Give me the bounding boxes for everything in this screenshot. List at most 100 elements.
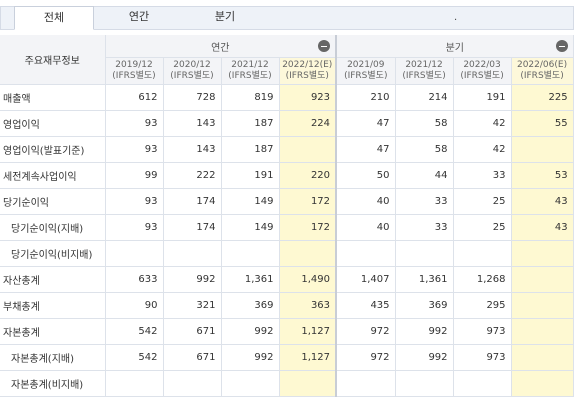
corner-header: 주요재무정보 — [0, 35, 106, 85]
col-header-estimate: 2022/12(E) (IFRS별도) — [279, 57, 338, 85]
table-cell — [336, 370, 396, 397]
table-cell: 93 — [105, 110, 164, 137]
table-cell: 222 — [163, 162, 222, 189]
table-cell: 149 — [221, 188, 280, 215]
table-cell — [105, 370, 164, 397]
table-cell: 42 — [453, 110, 512, 137]
row-label: 당기순이익 — [0, 188, 106, 215]
table-cell: 1,361 — [395, 266, 454, 293]
table-cell — [395, 370, 454, 397]
table-row: 영업이익(발표기준) 93 143 187 47 58 42 — [0, 136, 574, 163]
table-cell: 172 — [279, 188, 338, 215]
row-label: 자본총계 — [0, 318, 106, 345]
col-header: 2019/12 (IFRS별도) — [105, 57, 164, 85]
row-label: 당기순이익(지배) — [0, 214, 106, 241]
table-cell: 40 — [336, 188, 396, 215]
table-cell: 923 — [279, 84, 338, 111]
table-cell: 44 — [395, 162, 454, 189]
table-cell — [279, 370, 338, 397]
table-cell — [221, 370, 280, 397]
table-cell — [511, 318, 574, 345]
table-cell — [511, 344, 574, 371]
row-label: 영업이익 — [0, 110, 106, 137]
table-cell: 972 — [336, 344, 396, 371]
table-cell: 43 — [511, 188, 574, 215]
table-cell: 214 — [395, 84, 454, 111]
col-header: 2021/12 (IFRS별도) — [395, 57, 454, 85]
table-row: 영업이익 93 143 187 224 47 58 42 55 — [0, 110, 574, 137]
table-cell: 612 — [105, 84, 164, 111]
tab-bar: 전체 연간 분기 . — [0, 0, 582, 32]
table-cell: 93 — [105, 136, 164, 163]
tab-all[interactable]: 전체 — [14, 6, 94, 30]
table-cell: 53 — [511, 162, 574, 189]
table-row: 당기순이익(비지배) — [0, 240, 574, 267]
table-cell: 172 — [279, 214, 338, 241]
table-cell: 149 — [221, 214, 280, 241]
row-label: 영업이익(발표기준) — [0, 136, 106, 163]
table-cell: 1,490 — [279, 266, 338, 293]
table-cell: 42 — [453, 136, 512, 163]
table-cell: 1,127 — [279, 318, 338, 345]
table-cell: 435 — [336, 292, 396, 319]
table-cell: 58 — [395, 136, 454, 163]
table-cell: 191 — [221, 162, 280, 189]
table-row: 자산총계 633 992 1,361 1,490 1,407 1,361 1,268 — [0, 266, 574, 293]
table-row: 매출액 612 728 819 923 210 214 191 225 — [0, 84, 574, 111]
table-cell: 671 — [163, 344, 222, 371]
table-cell: 363 — [279, 292, 338, 319]
row-label: 세전계속사업이익 — [0, 162, 106, 189]
table-cell: 972 — [336, 318, 396, 345]
table-cell: 191 — [453, 84, 512, 111]
table-cell — [105, 240, 164, 267]
table-cell: 728 — [163, 84, 222, 111]
table-cell: 1,361 — [221, 266, 280, 293]
table-cell: 90 — [105, 292, 164, 319]
table-cell: 992 — [221, 344, 280, 371]
table-cell: 55 — [511, 110, 574, 137]
row-label: 자본총계(비지배) — [0, 370, 106, 397]
table-cell — [395, 240, 454, 267]
collapse-annual-icon[interactable] — [318, 40, 331, 52]
table-row: 자본총계(지배) 542 671 992 1,127 972 992 973 — [0, 344, 574, 371]
table-cell — [163, 370, 222, 397]
table-cell: 973 — [453, 318, 512, 345]
row-label: 당기순이익(비지배) — [0, 240, 106, 267]
col-header: 2022/03 (IFRS별도) — [453, 57, 512, 85]
table-cell: 992 — [163, 266, 222, 293]
col-header: 2021/09 (IFRS별도) — [336, 57, 396, 85]
tab-dot: . — [454, 12, 458, 23]
tab-quarter[interactable]: 분기 — [188, 6, 262, 28]
annual-group-header: 연간 — [105, 35, 338, 58]
financial-table: 주요재무정보 연간 분기 2019/12 (IFRS별도) 2020/12 (IFR… — [0, 35, 574, 397]
col-header: 2020/12 (IFRS별도) — [163, 57, 222, 85]
table-cell: 93 — [105, 188, 164, 215]
table-row: 부채총계 90 321 369 363 435 369 295 — [0, 292, 574, 319]
table-cell: 220 — [279, 162, 338, 189]
table-cell: 542 — [105, 318, 164, 345]
table-cell: 99 — [105, 162, 164, 189]
quarter-group-header: 분기 — [336, 35, 574, 58]
table-row: 자본총계(비지배) — [0, 370, 574, 397]
table-cell — [453, 370, 512, 397]
table-cell: 1,407 — [336, 266, 396, 293]
table-cell: 143 — [163, 110, 222, 137]
table-cell: 633 — [105, 266, 164, 293]
row-label: 매출액 — [0, 84, 106, 111]
table-cell: 47 — [336, 136, 396, 163]
row-label: 자산총계 — [0, 266, 106, 293]
table-cell: 369 — [395, 292, 454, 319]
table-cell: 369 — [221, 292, 280, 319]
tab-annual[interactable]: 연간 — [102, 6, 176, 28]
table-cell: 187 — [221, 136, 280, 163]
table-cell — [336, 240, 396, 267]
table-cell: 224 — [279, 110, 338, 137]
collapse-quarter-icon[interactable] — [555, 40, 568, 52]
table-cell: 1,127 — [279, 344, 338, 371]
table-cell: 671 — [163, 318, 222, 345]
table-cell — [279, 240, 338, 267]
table-cell: 33 — [395, 188, 454, 215]
table-cell: 225 — [511, 84, 574, 111]
table-cell: 295 — [453, 292, 512, 319]
col-header: 2021/12 (IFRS별도) — [221, 57, 280, 85]
